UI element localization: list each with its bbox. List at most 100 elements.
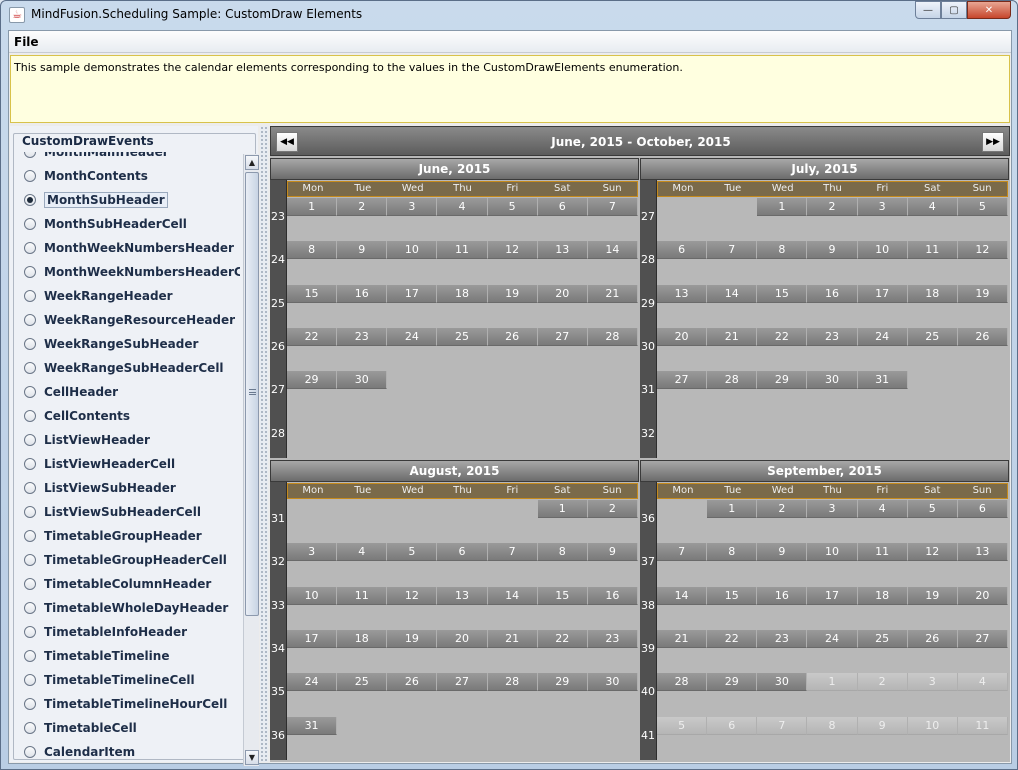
day-cell-header[interactable]: 9 bbox=[337, 241, 388, 260]
day-cell-header[interactable]: 13 bbox=[537, 241, 588, 260]
radio-label[interactable]: MonthMainHeader bbox=[44, 152, 169, 159]
day-cell-header[interactable]: 4 bbox=[337, 543, 388, 562]
day-cell-header[interactable]: 4 bbox=[907, 198, 958, 216]
scroll-up-arrow-icon[interactable]: ▲ bbox=[245, 155, 259, 170]
radio-item[interactable]: TimetableColumnHeader bbox=[20, 572, 240, 596]
day-cell-header[interactable]: 16 bbox=[337, 284, 388, 303]
day-cell-header[interactable]: 27 bbox=[437, 673, 488, 692]
day-cell-header[interactable]: 25 bbox=[907, 327, 958, 346]
day-cell-header[interactable]: 4 bbox=[857, 500, 908, 518]
radio-button[interactable] bbox=[24, 266, 36, 278]
day-cell-header[interactable]: 10 bbox=[387, 241, 438, 260]
vertical-scrollbar[interactable]: ▲ ▼ bbox=[243, 154, 259, 766]
day-cell-header[interactable]: 26 bbox=[957, 327, 1008, 346]
day-cell-header[interactable]: 27 bbox=[537, 327, 588, 346]
radio-button[interactable] bbox=[24, 746, 36, 758]
day-cell-header[interactable]: 23 bbox=[587, 629, 638, 648]
day-cell-header[interactable]: 21 bbox=[487, 629, 538, 648]
day-cell-header[interactable]: 23 bbox=[757, 629, 808, 648]
day-cell-header[interactable]: 25 bbox=[337, 673, 388, 692]
day-cell-header[interactable]: 5 bbox=[487, 198, 538, 216]
day-cell-header[interactable]: 11 bbox=[337, 586, 388, 605]
day-cell-header[interactable]: 7 bbox=[757, 716, 808, 735]
day-cell-header[interactable]: 17 bbox=[287, 629, 338, 648]
radio-button[interactable] bbox=[24, 578, 36, 590]
radio-label[interactable]: TimetableTimelineHourCell bbox=[44, 697, 227, 711]
radio-label[interactable]: MonthWeekNumbersHeader bbox=[44, 241, 234, 255]
day-cell-header[interactable]: 28 bbox=[487, 673, 538, 692]
day-cell-header[interactable]: 19 bbox=[957, 284, 1008, 303]
radio-label[interactable]: TimetableGroupHeaderCell bbox=[44, 553, 227, 567]
day-cell-header[interactable]: 18 bbox=[857, 586, 908, 605]
radio-label[interactable]: TimetableColumnHeader bbox=[44, 577, 211, 591]
radio-item[interactable]: MonthMainHeader bbox=[20, 152, 240, 164]
day-cell-header[interactable]: 16 bbox=[807, 284, 858, 303]
radio-label[interactable]: ListViewSubHeaderCell bbox=[44, 505, 201, 519]
day-cell-header[interactable]: 21 bbox=[587, 284, 638, 303]
day-cell-header[interactable]: 12 bbox=[957, 241, 1008, 260]
radio-item[interactable]: ListViewHeader bbox=[20, 428, 240, 452]
day-cell-header[interactable]: 23 bbox=[337, 327, 388, 346]
day-cell-header[interactable]: 2 bbox=[337, 198, 388, 216]
radio-label[interactable]: CalendarItem bbox=[44, 745, 135, 759]
radio-item[interactable]: TimetableTimelineHourCell bbox=[20, 692, 240, 716]
radio-item[interactable]: MonthWeekNumbersHeader bbox=[20, 236, 240, 260]
day-cell-header[interactable]: 20 bbox=[537, 284, 588, 303]
radio-button[interactable] bbox=[24, 218, 36, 230]
day-cell-header[interactable]: 11 bbox=[957, 716, 1008, 735]
split-pane-divider[interactable] bbox=[260, 126, 268, 762]
day-cell-header[interactable]: 25 bbox=[437, 327, 488, 346]
radio-item[interactable]: TimetableCell bbox=[20, 716, 240, 740]
radio-label[interactable]: TimetableTimeline bbox=[44, 649, 169, 663]
day-cell-header[interactable]: 22 bbox=[287, 327, 338, 346]
radio-item[interactable]: TimetableInfoHeader bbox=[20, 620, 240, 644]
day-cell-header[interactable]: 8 bbox=[537, 543, 588, 562]
day-cell-header[interactable]: 12 bbox=[487, 241, 538, 260]
menu-file[interactable]: File bbox=[14, 35, 39, 49]
radio-button[interactable] bbox=[24, 410, 36, 422]
day-cell-header[interactable]: 30 bbox=[587, 673, 638, 692]
radio-button[interactable] bbox=[24, 674, 36, 686]
day-cell-header[interactable]: 26 bbox=[487, 327, 538, 346]
day-cell-header[interactable]: 3 bbox=[907, 673, 958, 692]
day-cell-header[interactable]: 1 bbox=[287, 198, 338, 216]
day-cell-header[interactable]: 10 bbox=[857, 241, 908, 260]
radio-item[interactable]: TimetableGroupHeaderCell bbox=[20, 548, 240, 572]
day-cell-header[interactable]: 10 bbox=[287, 586, 338, 605]
day-cell-header[interactable]: 27 bbox=[957, 629, 1008, 648]
day-cell-header[interactable]: 31 bbox=[287, 716, 338, 735]
radio-button[interactable] bbox=[24, 650, 36, 662]
day-cell-header[interactable]: 3 bbox=[387, 198, 438, 216]
day-cell-header[interactable]: 28 bbox=[587, 327, 638, 346]
day-cell-header[interactable]: 20 bbox=[657, 327, 708, 346]
day-cell-header[interactable]: 7 bbox=[707, 241, 758, 260]
radio-item[interactable]: MonthContents bbox=[20, 164, 240, 188]
day-cell-header[interactable]: 6 bbox=[657, 241, 708, 260]
day-cell-header[interactable]: 30 bbox=[337, 371, 388, 390]
radio-button[interactable] bbox=[24, 698, 36, 710]
day-cell-header[interactable]: 6 bbox=[537, 198, 588, 216]
day-cell-header[interactable]: 16 bbox=[587, 586, 638, 605]
day-cell-header[interactable]: 27 bbox=[657, 371, 708, 390]
day-cell-header[interactable]: 9 bbox=[587, 543, 638, 562]
radio-button[interactable] bbox=[24, 434, 36, 446]
radio-button[interactable] bbox=[24, 602, 36, 614]
day-cell-header[interactable]: 4 bbox=[957, 673, 1008, 692]
day-cell-header[interactable]: 11 bbox=[907, 241, 958, 260]
day-cell-header[interactable]: 24 bbox=[807, 629, 858, 648]
radio-item[interactable]: MonthSubHeader bbox=[20, 188, 240, 212]
day-cell-header[interactable]: 24 bbox=[287, 673, 338, 692]
day-cell-header[interactable]: 26 bbox=[907, 629, 958, 648]
day-cell-header[interactable]: 16 bbox=[757, 586, 808, 605]
day-cell-header[interactable]: 2 bbox=[757, 500, 808, 518]
day-cell-header[interactable]: 20 bbox=[957, 586, 1008, 605]
day-cell-header[interactable]: 6 bbox=[437, 543, 488, 562]
day-cell-header[interactable]: 29 bbox=[287, 371, 338, 390]
day-cell-header[interactable]: 7 bbox=[657, 543, 708, 562]
day-cell-header[interactable]: 5 bbox=[907, 500, 958, 518]
radio-label[interactable]: TimetableTimelineCell bbox=[44, 673, 195, 687]
radio-item[interactable]: CalendarItem bbox=[20, 740, 240, 764]
radio-button[interactable] bbox=[24, 290, 36, 302]
radio-button[interactable] bbox=[24, 194, 36, 206]
day-cell-header[interactable]: 30 bbox=[807, 371, 858, 390]
